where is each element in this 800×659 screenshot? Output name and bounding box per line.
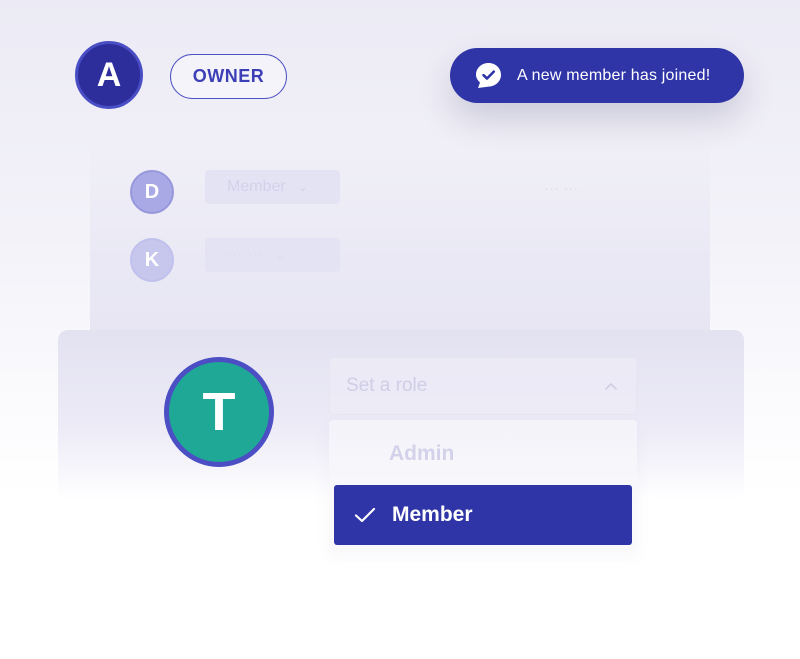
owner-badge-label: OWNER: [192, 66, 265, 86]
owner-role-badge: OWNER: [170, 54, 287, 99]
member-role-label: ··· ···: [227, 246, 264, 263]
role-select[interactable]: Set a role: [329, 357, 637, 415]
owner-avatar: A: [75, 41, 143, 109]
member-list-panel: [90, 140, 710, 335]
member-role-select[interactable]: Member ⌄: [205, 170, 340, 204]
role-option-member[interactable]: Member: [334, 485, 632, 545]
role-option-label: Member: [392, 503, 473, 526]
toast-message: A new member has joined!: [517, 66, 711, 84]
role-select-placeholder: Set a role: [346, 375, 428, 396]
member-avatar-initial: D: [144, 180, 160, 203]
checkmark-icon: [354, 507, 376, 523]
chevron-up-icon: [605, 383, 617, 390]
chevron-down-icon: ⌄: [275, 248, 286, 262]
new-member-toast[interactable]: A new member has joined!: [450, 48, 744, 103]
chevron-down-icon: ⌄: [297, 180, 308, 194]
member-avatar: K: [130, 238, 174, 282]
new-member-avatar: T: [164, 357, 274, 467]
member-extra-label: ··· ···: [544, 180, 579, 197]
member-row: K ··· ··· ⌄: [130, 238, 340, 282]
role-option-label: Admin: [389, 442, 455, 465]
new-member-avatar-initial: T: [202, 382, 236, 442]
role-option-admin[interactable]: Admin: [389, 442, 454, 466]
owner-avatar-initial: A: [96, 55, 122, 94]
chat-check-icon: [476, 63, 501, 88]
member-role-label: Member: [227, 178, 286, 195]
member-avatar: D: [130, 170, 174, 214]
member-avatar-initial: K: [144, 248, 160, 271]
member-row: D Member ⌄: [130, 170, 340, 214]
member-role-select[interactable]: ··· ··· ⌄: [205, 238, 340, 272]
team-members-illustration: A OWNER A new member has joined! D Membe…: [0, 0, 800, 659]
